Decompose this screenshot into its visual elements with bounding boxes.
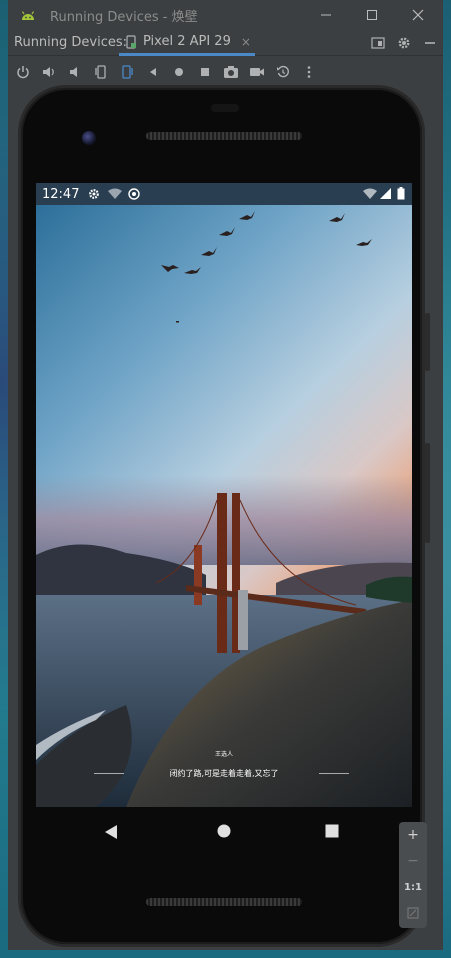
wallpaper-author: 王选人 bbox=[214, 751, 233, 758]
rotate-right-icon bbox=[122, 65, 133, 79]
wallpaper-caption: 闭约了路,可是走着走着,又忘了 bbox=[169, 769, 279, 778]
tab-label: Pixel 2 API 29 bbox=[143, 34, 231, 49]
caption-line-right bbox=[319, 773, 349, 774]
zoom-out-button[interactable]: − bbox=[399, 848, 427, 874]
close-icon bbox=[412, 9, 424, 21]
screenshot-icon bbox=[224, 66, 238, 78]
screen-record-icon bbox=[250, 68, 264, 76]
snapshot-icon bbox=[277, 65, 289, 78]
emulator-area: 12:47 王选人 闭约了路,可是走着走着,又忘了 bbox=[8, 85, 443, 950]
power-icon bbox=[17, 66, 29, 79]
more-button[interactable] bbox=[299, 62, 319, 82]
maximize-button[interactable] bbox=[349, 0, 395, 30]
screenshot-button[interactable] bbox=[221, 62, 241, 82]
wifi-icon bbox=[363, 188, 377, 199]
snapshot-button[interactable] bbox=[273, 62, 293, 82]
home-icon bbox=[175, 68, 183, 76]
rotate-right-button[interactable] bbox=[117, 62, 137, 82]
layout-icon bbox=[371, 37, 385, 49]
title-bar: Running Devices - 焕壁 bbox=[8, 0, 443, 30]
signal-icon bbox=[380, 188, 391, 199]
android-nav-bar bbox=[36, 807, 412, 857]
side-volume-button[interactable] bbox=[425, 443, 430, 543]
zoom-in-button[interactable]: + bbox=[399, 822, 427, 848]
settings-status-icon bbox=[89, 189, 100, 199]
ide-window: Running Devices - 焕壁 Running Devices: Pi… bbox=[8, 0, 443, 950]
window-title: Running Devices - 焕壁 bbox=[50, 9, 198, 25]
close-button[interactable] bbox=[395, 0, 441, 30]
device-icon bbox=[126, 34, 136, 49]
wallpaper-image bbox=[36, 205, 412, 807]
status-bar: 12:47 bbox=[36, 183, 412, 205]
volume-up-button[interactable] bbox=[39, 62, 59, 82]
more-icon bbox=[307, 66, 311, 78]
running-devices-label: Running Devices: bbox=[14, 35, 128, 50]
battery-icon bbox=[397, 187, 405, 200]
maximize-icon bbox=[367, 10, 377, 20]
wifi-question-icon bbox=[108, 188, 123, 199]
device-toolbar bbox=[8, 57, 443, 85]
nav-home-icon bbox=[217, 824, 231, 838]
proximity-sensor bbox=[211, 104, 239, 112]
minus-icon bbox=[425, 42, 435, 44]
device-screen[interactable]: 12:47 王选人 闭约了路,可是走着走着,又忘了 bbox=[36, 183, 412, 807]
zoom-fit-button[interactable] bbox=[399, 900, 427, 926]
bottom-speaker bbox=[146, 898, 302, 906]
tab-close-icon[interactable]: × bbox=[241, 35, 251, 49]
side-power-button[interactable] bbox=[425, 313, 430, 371]
overview-button[interactable] bbox=[195, 62, 215, 82]
back-icon bbox=[150, 68, 156, 76]
home-button[interactable] bbox=[169, 62, 189, 82]
screen-record-button[interactable] bbox=[247, 62, 267, 82]
volume-up-icon bbox=[43, 67, 54, 77]
zoom-panel: + − 1:1 bbox=[399, 822, 427, 928]
status-time: 12:47 bbox=[42, 186, 80, 202]
zoom-actual-size-button[interactable]: 1:1 bbox=[399, 874, 427, 900]
sync-icon bbox=[128, 188, 141, 200]
front-camera bbox=[82, 131, 96, 145]
rotate-left-icon bbox=[95, 65, 106, 79]
overview-icon bbox=[201, 68, 209, 76]
nav-home-button[interactable] bbox=[217, 824, 231, 838]
nav-overview-button[interactable] bbox=[325, 824, 339, 838]
nav-back-icon bbox=[105, 825, 117, 839]
android-icon bbox=[21, 11, 35, 20]
volume-down-button[interactable] bbox=[65, 62, 85, 82]
volume-down-icon bbox=[70, 67, 77, 77]
power-button[interactable] bbox=[13, 62, 33, 82]
top-speaker bbox=[146, 132, 302, 140]
settings-button[interactable] bbox=[395, 34, 413, 52]
fit-screen-icon bbox=[407, 907, 419, 919]
hide-button[interactable] bbox=[421, 34, 439, 52]
device-frame: 12:47 王选人 闭约了路,可是走着走着,又忘了 bbox=[18, 85, 430, 947]
nav-overview-icon bbox=[325, 824, 339, 838]
layout-toggle-button[interactable] bbox=[369, 34, 387, 52]
minimize-icon bbox=[321, 14, 331, 16]
gear-icon bbox=[398, 37, 410, 49]
tab-bar: Running Devices: Pixel 2 API 29 × bbox=[8, 30, 443, 56]
tab-pixel-2-api-29[interactable]: Pixel 2 API 29 × bbox=[119, 30, 255, 56]
back-button[interactable] bbox=[143, 62, 163, 82]
minimize-button[interactable] bbox=[303, 0, 349, 30]
rotate-left-button[interactable] bbox=[91, 62, 111, 82]
nav-back-button[interactable] bbox=[104, 824, 118, 840]
